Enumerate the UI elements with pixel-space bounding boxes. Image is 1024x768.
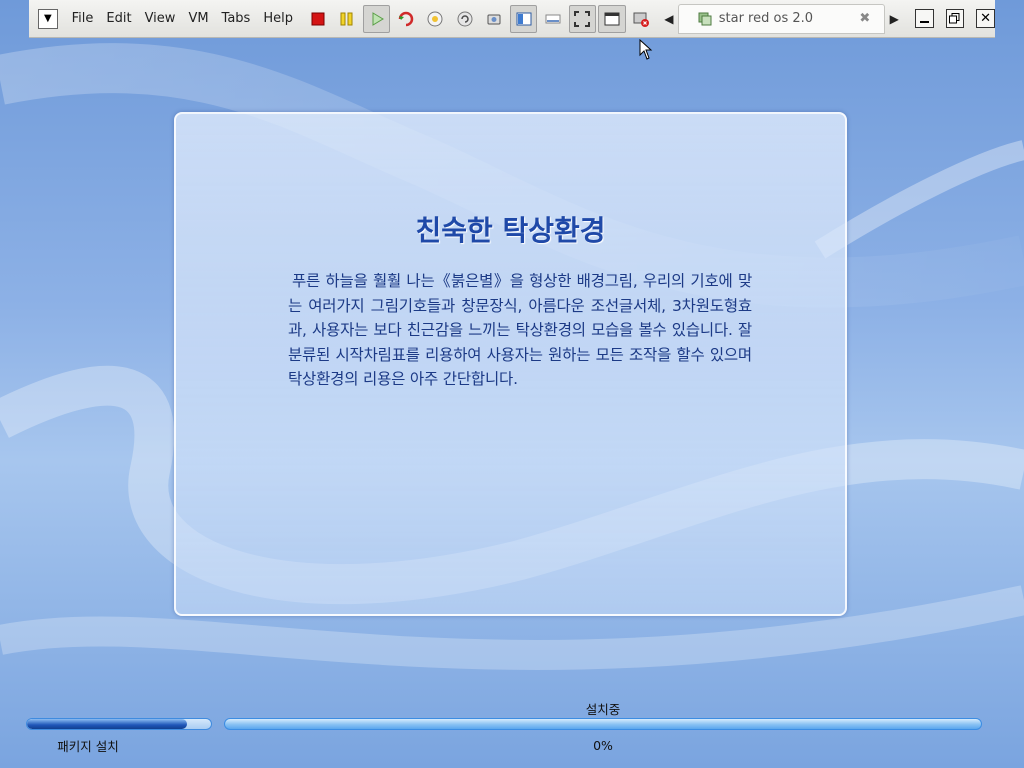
thumbnail-bar-button[interactable] — [539, 5, 566, 33]
vmware-toolbar: ▼ File Edit View VM Tabs Help ◀ star red… — [29, 0, 995, 38]
power-on-icon — [372, 11, 384, 26]
vm-tab-label: star red os 2.0 — [718, 11, 814, 26]
power-on-button[interactable] — [362, 4, 391, 33]
revert-snapshot-button[interactable] — [451, 5, 478, 33]
tab-scroll-right-icon[interactable]: ▶ — [887, 12, 901, 26]
console-view-button[interactable] — [509, 4, 538, 33]
menu-vm[interactable]: VM — [188, 11, 208, 26]
vm-tab-icon — [698, 12, 712, 25]
thumbnail-bar-icon — [545, 14, 561, 23]
menu-tabs[interactable]: Tabs — [222, 11, 251, 26]
full-screen-button[interactable] — [568, 4, 597, 33]
mouse-cursor-icon — [639, 39, 653, 60]
quick-switch-icon — [604, 12, 620, 25]
minimize-button[interactable] — [915, 9, 934, 28]
power-off-icon — [311, 12, 325, 25]
snapshot-manager-button[interactable] — [480, 5, 507, 33]
install-status-label: 설치중 — [585, 702, 621, 717]
slide-description: 푸른 하늘을 훨훨 나는《붉은별》을 형상한 배경그림, 우리의 기호에 맞는 … — [288, 272, 752, 388]
send-ctrl-alt-del-button[interactable] — [628, 5, 655, 33]
minimize-icon — [919, 21, 929, 23]
console-view-icon — [516, 12, 532, 25]
reset-icon — [398, 11, 414, 26]
snapshot-icon — [427, 11, 443, 26]
reset-button[interactable] — [392, 5, 419, 33]
slideshow-panel: 친숙한 탁상환경 푸른 하늘을 훨훨 나는《붉은별》을 형상한 배경그림, 우리… — [174, 112, 847, 616]
quick-switch-button[interactable] — [598, 4, 626, 33]
menu-file[interactable]: File — [72, 11, 94, 26]
close-button[interactable]: ✕ — [976, 9, 995, 28]
slide-title: 친숙한 탁상환경 — [415, 214, 606, 247]
close-icon: ✕ — [980, 11, 992, 26]
suspend-button[interactable] — [333, 5, 360, 33]
pin-icon[interactable]: ▼ — [38, 8, 58, 29]
send-ctrl-alt-del-icon — [633, 12, 650, 27]
menu-edit[interactable]: Edit — [106, 11, 131, 26]
snapshot-manager-icon — [487, 14, 501, 24]
tab-scroll-left-icon[interactable]: ◀ — [662, 12, 676, 26]
restore-button[interactable] — [945, 9, 965, 28]
vm-tab[interactable]: star red os 2.0 ✖ — [677, 3, 886, 34]
power-off-button[interactable] — [304, 5, 331, 33]
tab-close-icon[interactable]: ✖ — [859, 11, 870, 26]
suspend-icon — [340, 12, 353, 25]
install-progress-percent: 0% — [593, 738, 613, 753]
revert-snapshot-icon — [457, 11, 473, 26]
restore-icon — [949, 13, 960, 24]
snapshot-button[interactable] — [422, 5, 449, 33]
install-progress-bar — [224, 718, 982, 730]
package-progress-fill — [27, 719, 188, 729]
package-install-label: 패키지 설치 — [57, 739, 119, 754]
full-screen-icon — [574, 10, 591, 27]
menu-view[interactable]: View — [145, 11, 176, 26]
menu-help[interactable]: Help — [263, 11, 293, 26]
package-progress-bar — [26, 718, 212, 730]
